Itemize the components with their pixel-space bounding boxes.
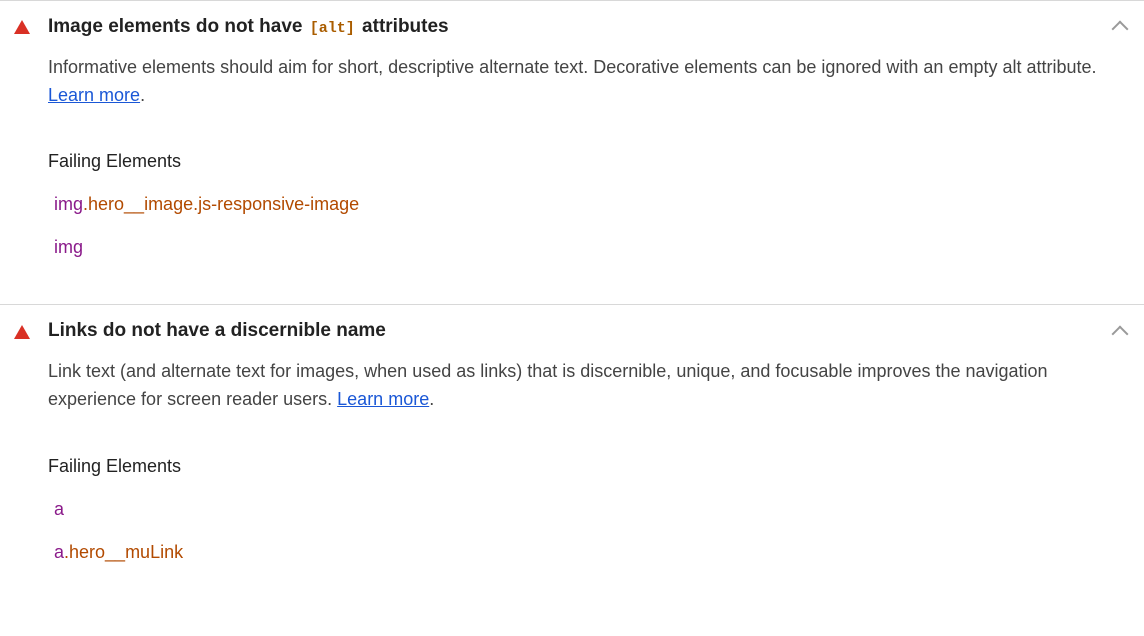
chevron-up-icon [1112, 325, 1129, 342]
selector-classes: .hero__image.js-responsive-image [83, 194, 359, 214]
failing-element[interactable]: img.hero__image.js-responsive-image [54, 194, 1130, 215]
selector-tag: img [54, 194, 83, 214]
audit-item: Links do not have a discernible name Lin… [0, 304, 1144, 608]
audit-title-code [386, 324, 390, 341]
audit-header[interactable]: Image elements do not have [alt] attribu… [0, 1, 1144, 54]
failing-elements-list: img.hero__image.js-responsive-image img [48, 194, 1130, 258]
warning-triangle-icon [14, 20, 30, 34]
learn-more-link[interactable]: Learn more [48, 85, 140, 105]
audit-description-text: Informative elements should aim for shor… [48, 57, 1097, 77]
audit-title-prefix: Links do not have a discernible name [48, 320, 386, 341]
learn-more-link[interactable]: Learn more [337, 389, 429, 409]
selector-tag: a [54, 499, 64, 519]
failing-element[interactable]: img [54, 237, 1130, 258]
audit-title: Image elements do not have [alt] attribu… [48, 15, 1114, 40]
audit-title-suffix: attributes [357, 16, 449, 37]
audit-body: Informative elements should aim for shor… [0, 54, 1144, 305]
period: . [429, 389, 434, 409]
failing-elements-heading: Failing Elements [48, 456, 1130, 477]
audit-body: Link text (and alternate text for images… [0, 358, 1144, 609]
selector-tag: img [54, 237, 83, 257]
failing-element[interactable]: a [54, 499, 1130, 520]
audit-title-prefix: Image elements do not have [48, 16, 308, 37]
audit-title: Links do not have a discernible name [48, 319, 1114, 344]
audit-description: Informative elements should aim for shor… [48, 54, 1130, 110]
audit-description: Link text (and alternate text for images… [48, 358, 1130, 414]
warning-triangle-icon [14, 325, 30, 339]
failing-elements-list: a a.hero__muLink [48, 499, 1130, 563]
audit-title-code: [alt] [308, 20, 357, 37]
audit-header[interactable]: Links do not have a discernible name [0, 305, 1144, 358]
failing-element[interactable]: a.hero__muLink [54, 542, 1130, 563]
audit-item: Image elements do not have [alt] attribu… [0, 0, 1144, 304]
selector-classes: .hero__muLink [64, 542, 183, 562]
failing-elements-heading: Failing Elements [48, 151, 1130, 172]
selector-tag: a [54, 542, 64, 562]
chevron-up-icon [1112, 21, 1129, 38]
period: . [140, 85, 145, 105]
audit-description-text: Link text (and alternate text for images… [48, 361, 1048, 409]
